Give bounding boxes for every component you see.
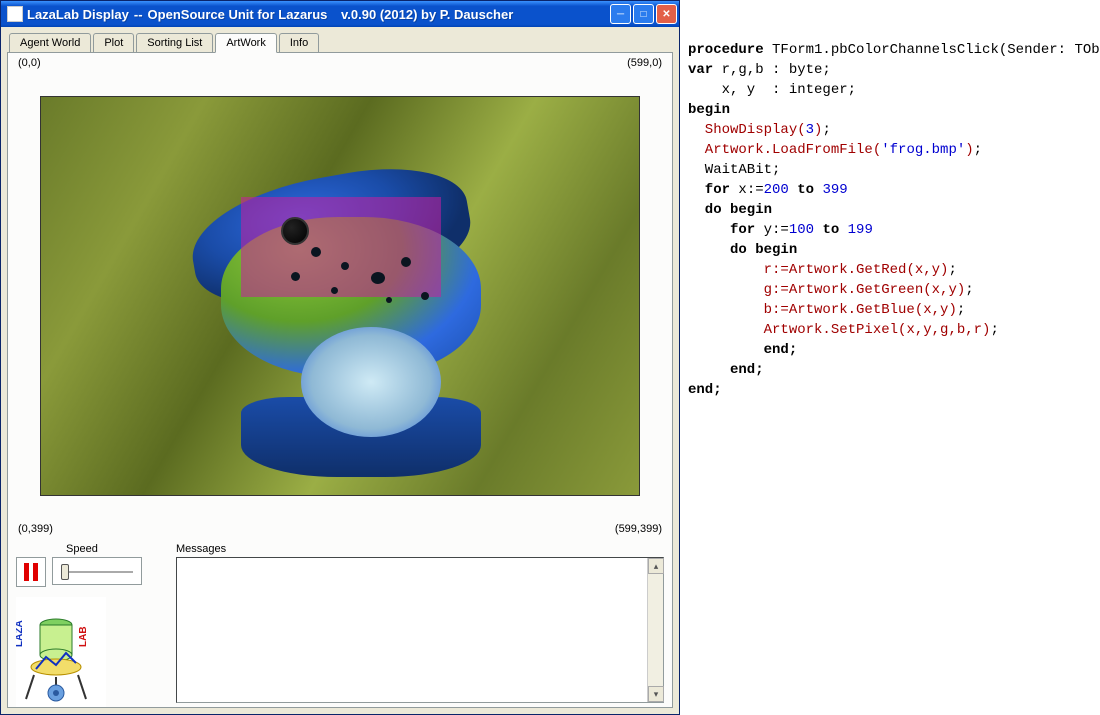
tab-strip: Agent World Plot Sorting List ArtWork In… [7, 33, 673, 52]
pause-icon [24, 563, 29, 581]
tab-sorting-list[interactable]: Sorting List [136, 33, 213, 52]
window-title: LazaLab Display -- OpenSource Unit for L… [27, 7, 610, 22]
color-swap-patch [241, 197, 441, 297]
client-area: Agent World Plot Sorting List ArtWork In… [1, 27, 679, 714]
tab-artwork[interactable]: ArtWork [215, 33, 277, 53]
logo-text-laza: LAZA [16, 620, 25, 647]
code-editor[interactable]: procedure TForm1.pbColorChannelsClick(Se… [680, 0, 1100, 715]
canvas-container [16, 69, 664, 523]
tab-agent-world[interactable]: Agent World [9, 33, 91, 52]
speed-slider[interactable] [52, 557, 142, 585]
tab-info[interactable]: Info [279, 33, 319, 52]
frog-image-eye [281, 217, 309, 245]
lazalab-logo: LAZA LAB [16, 597, 106, 707]
slider-thumb[interactable] [61, 564, 69, 580]
titlebar[interactable]: LazaLab Display -- OpenSource Unit for L… [1, 1, 679, 27]
app-icon [7, 6, 23, 22]
coord-top-row: (0,0) (599,0) [16, 57, 664, 69]
bottom-panel: Speed LAZA LAB [16, 543, 664, 703]
scroll-up-icon[interactable]: ▴ [648, 558, 664, 574]
scroll-down-icon[interactable]: ▾ [648, 686, 664, 702]
coord-bottom-right: (599,399) [615, 523, 662, 535]
coord-top-left: (0,0) [18, 57, 41, 69]
tab-content: (0,0) (599,0) [7, 52, 673, 708]
pause-icon [33, 563, 38, 581]
messages-label: Messages [176, 543, 664, 555]
coord-bottom-left: (0,399) [18, 523, 53, 535]
artwork-canvas[interactable] [40, 96, 640, 496]
messages-textarea[interactable]: ▴ ▾ [176, 557, 664, 703]
controls-panel: Speed LAZA LAB [16, 543, 166, 703]
coord-top-right: (599,0) [627, 57, 662, 69]
minimize-button[interactable]: ─ [610, 4, 631, 24]
logo-text-lab: LAB [78, 626, 89, 647]
messages-panel: Messages ▴ ▾ [176, 543, 664, 703]
coord-bottom-row: (0,399) (599,399) [16, 523, 664, 535]
frog-image-belly [301, 327, 441, 437]
scrollbar-vertical[interactable]: ▴ ▾ [647, 558, 663, 702]
titlebar-controls: ─ □ ✕ [610, 4, 677, 24]
tab-plot[interactable]: Plot [93, 33, 134, 52]
application-window: LazaLab Display -- OpenSource Unit for L… [0, 0, 680, 715]
pause-button[interactable] [16, 557, 46, 587]
close-button[interactable]: ✕ [656, 4, 677, 24]
slider-track [61, 571, 133, 573]
maximize-button[interactable]: □ [633, 4, 654, 24]
speed-label: Speed [66, 543, 166, 555]
